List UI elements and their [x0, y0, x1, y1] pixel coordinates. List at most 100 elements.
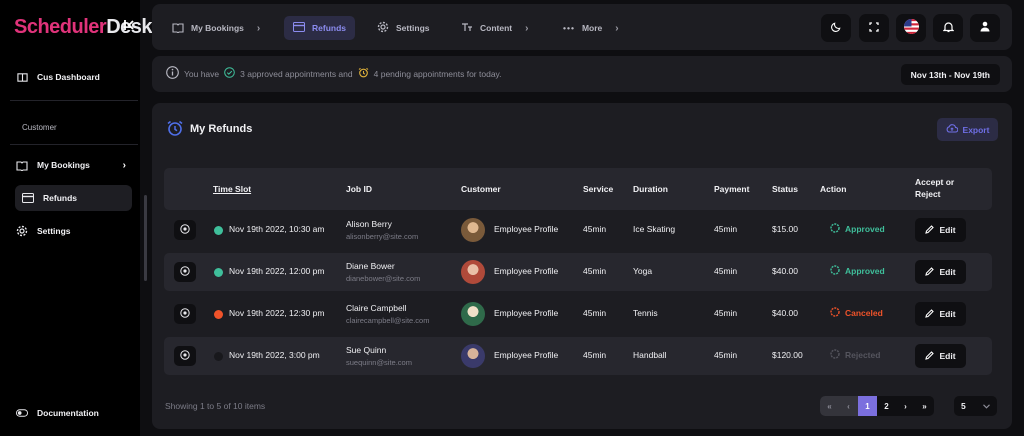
us-flag-icon	[903, 19, 919, 37]
job-customer-email: dianebower@site.com	[346, 274, 421, 283]
top-navigation: My Bookings › Refunds Settings Content ›…	[152, 4, 1012, 50]
pencil-icon	[925, 350, 935, 362]
language-button[interactable]	[896, 14, 926, 42]
user-menu-button[interactable]	[970, 14, 1000, 42]
status-dot	[214, 310, 223, 319]
date-range-picker[interactable]: Nov 13th - Nov 19th	[900, 64, 1000, 85]
view-details-button[interactable]	[174, 220, 196, 240]
column-header-status: Status	[772, 184, 798, 194]
column-header-job-id: Job ID	[346, 184, 372, 194]
table-header: Time Slot Job ID Customer Service Durati…	[164, 168, 992, 210]
edit-label: Edit	[939, 351, 956, 361]
sidebar-section-label: Customer	[22, 123, 57, 132]
sidebar-scrollbar[interactable]	[144, 195, 147, 281]
last-page-button[interactable]: »	[915, 396, 934, 416]
nav-item-label: My Bookings	[191, 23, 244, 33]
table-row: Nov 19th 2022, 12:00 pm Diane Bower dian…	[164, 253, 992, 291]
eye-icon	[180, 223, 190, 237]
nav-item-refunds[interactable]: Refunds	[284, 16, 355, 40]
sidebar-divider	[10, 144, 138, 145]
table-row: Nov 19th 2022, 3:00 pm Sue Quinn suequin…	[164, 337, 992, 375]
sidebar-item-settings[interactable]: Settings	[16, 219, 71, 243]
edit-button[interactable]: Edit	[915, 218, 966, 242]
view-details-button[interactable]	[174, 304, 196, 324]
nav-item-label: More	[581, 23, 603, 33]
time-slot: Nov 19th 2022, 3:00 pm	[229, 350, 320, 360]
prev-page-button[interactable]: ‹	[839, 396, 858, 416]
sidebar-item-my-bookings[interactable]: My Bookings ›	[16, 153, 126, 177]
page-button[interactable]: 2	[877, 396, 896, 416]
sidebar-item-label: Cus Dashboard	[37, 72, 100, 82]
payment-value: 45min	[714, 266, 738, 276]
sidebar-item-documentation[interactable]: Documentation	[16, 401, 99, 425]
credit-card-icon	[293, 22, 305, 34]
status-value: $15.00	[772, 224, 798, 234]
page-size-select[interactable]: 5	[954, 396, 997, 416]
eye-icon	[180, 265, 190, 279]
job-customer-email: suequinn@site.com	[346, 358, 412, 367]
pencil-icon	[925, 224, 935, 236]
job-customer-name: Claire Campbell	[346, 303, 407, 313]
logo-text-part1: Scheduler	[14, 16, 107, 38]
eye-icon	[180, 307, 190, 321]
nav-item-settings[interactable]: Settings	[377, 16, 430, 40]
payment-value: 45min	[714, 308, 738, 318]
column-header-accept-or-reject: Accept or Reject	[915, 176, 954, 200]
user-icon	[980, 21, 990, 35]
pencil-icon	[925, 308, 935, 320]
job-customer-name: Sue Quinn	[346, 345, 387, 355]
sidebar-divider	[10, 100, 138, 101]
nav-item-content[interactable]: Content ›	[461, 16, 528, 40]
service-value: 45min	[583, 308, 607, 318]
view-details-button[interactable]	[174, 346, 196, 366]
nav-item-more[interactable]: ••• More ›	[563, 16, 619, 40]
sidebar-item-refunds[interactable]: Refunds	[15, 185, 132, 211]
theme-toggle-button[interactable]	[821, 14, 851, 42]
view-details-button[interactable]	[174, 262, 196, 282]
fullscreen-icon	[869, 21, 879, 35]
nav-item-label: Content	[480, 23, 513, 33]
chevron-right-icon: ›	[122, 159, 126, 171]
avatar	[461, 302, 485, 326]
table-row: Nov 19th 2022, 12:30 pm Claire Campbell …	[164, 295, 992, 333]
action-status-badge: Approved	[830, 223, 885, 235]
action-status-label: Approved	[845, 266, 885, 276]
edit-button[interactable]: Edit	[915, 260, 966, 284]
text-icon	[461, 22, 473, 34]
next-page-button[interactable]: ›	[896, 396, 915, 416]
credit-card-icon	[22, 192, 34, 204]
column-header-line: Reject	[915, 189, 941, 199]
status-circle-icon	[830, 223, 840, 235]
chevron-down-icon	[983, 401, 990, 411]
customer-profile: Employee Profile	[494, 308, 559, 318]
cloud-upload-icon	[946, 124, 958, 135]
chevron-right-icon: ›	[256, 22, 261, 34]
book-open-icon	[16, 159, 28, 171]
duration-value: Ice Skating	[633, 224, 676, 234]
notifications-button[interactable]	[933, 14, 963, 42]
action-status-badge: Rejected	[830, 349, 880, 361]
fullscreen-button[interactable]	[859, 14, 889, 42]
export-button[interactable]: Export	[937, 118, 998, 141]
toggle-icon	[16, 407, 28, 419]
status-dot	[214, 268, 223, 277]
action-status-label: Canceled	[845, 308, 883, 318]
refunds-card: My Refunds Export Time Slot Job ID Custo…	[152, 103, 1012, 429]
column-header-time-slot[interactable]: Time Slot	[213, 183, 251, 195]
status-value: $40.00	[772, 266, 798, 276]
action-status-badge: Canceled	[830, 307, 883, 319]
collapse-sidebar-icon[interactable]	[122, 18, 136, 34]
first-page-button[interactable]: «	[820, 396, 839, 416]
page-button[interactable]: 1	[858, 396, 877, 416]
sidebar-item-cus-dashboard[interactable]: Cus Dashboard	[16, 65, 100, 89]
edit-button[interactable]: Edit	[915, 302, 966, 326]
sidebar: SchedulerDesk Cus Dashboard Customer My …	[0, 0, 153, 436]
column-header-action: Action	[820, 184, 847, 194]
moon-icon	[830, 21, 842, 35]
pending-count-text: 4 pending appointments for today.	[373, 68, 502, 79]
sidebar-item-label: Refunds	[43, 193, 77, 203]
edit-button[interactable]: Edit	[915, 344, 966, 368]
edit-label: Edit	[939, 267, 956, 277]
action-status-label: Rejected	[845, 350, 881, 360]
nav-item-my-bookings[interactable]: My Bookings ›	[172, 16, 260, 40]
